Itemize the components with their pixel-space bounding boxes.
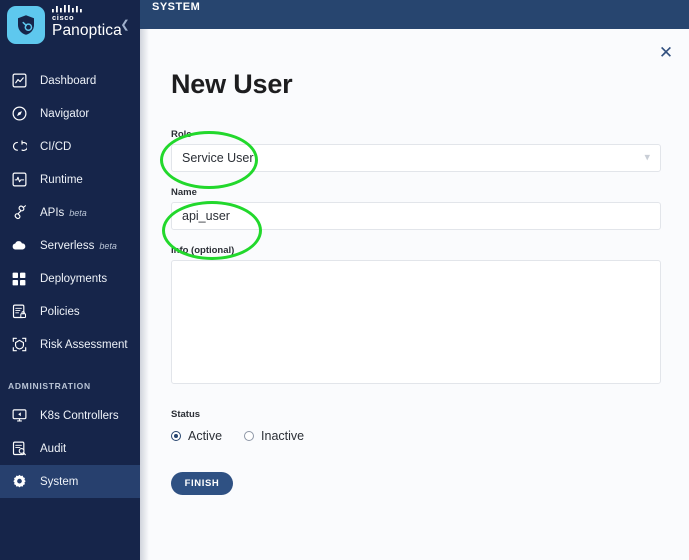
cicd-icon	[8, 136, 30, 158]
dashboard-icon	[8, 70, 30, 92]
sidebar-item-label: Risk Assessment	[40, 338, 128, 351]
sidebar-item-apis[interactable]: APIs beta	[0, 196, 140, 229]
status-field: Status Active Inactive	[171, 409, 661, 443]
audit-search-icon	[8, 438, 30, 460]
name-input[interactable]	[171, 202, 661, 230]
sidebar-item-label: Audit	[40, 442, 67, 455]
panel-edge-shadow	[140, 29, 149, 560]
status-option-label: Inactive	[261, 429, 305, 443]
role-selected-value: Service User	[182, 151, 254, 165]
radio-button-active[interactable]	[171, 431, 181, 441]
sidebar-item-label: Dashboard	[40, 74, 97, 87]
sidebar-item-runtime[interactable]: Runtime	[0, 163, 140, 196]
sidebar-item-label: Deployments	[40, 272, 108, 285]
sidebar-item-label: APIs	[40, 206, 65, 219]
sidebar-item-deployments[interactable]: Deployments	[0, 262, 140, 295]
sidebar-item-cicd[interactable]: CI/CD	[0, 130, 140, 163]
sidebar-item-label: Serverless	[40, 239, 95, 252]
runtime-monitor-icon	[8, 169, 30, 191]
status-option-label: Active	[188, 429, 223, 443]
chevron-down-icon: ▾	[644, 151, 650, 164]
cloud-icon	[8, 235, 30, 257]
sidebar-item-navigator[interactable]: Navigator	[0, 97, 140, 130]
gear-icon	[8, 471, 30, 493]
shield-logo-icon	[7, 6, 45, 44]
radio-button-inactive[interactable]	[244, 431, 255, 441]
policy-lock-icon	[8, 301, 30, 323]
beta-badge: beta	[99, 240, 117, 251]
role-select[interactable]: Service User ▾	[171, 144, 661, 172]
status-radio-group: Active Inactive	[171, 429, 661, 443]
sidebar-section-administration: ADMINISTRATION	[8, 381, 91, 391]
finish-button[interactable]: FINISH	[171, 472, 233, 495]
sidebar-item-k8s-controllers[interactable]: K8s Controllers	[0, 399, 140, 432]
sidebar-item-label: CI/CD	[40, 140, 72, 153]
sidebar-item-label: Runtime	[40, 173, 83, 186]
sidebar-item-risk-assessment[interactable]: Risk Assessment	[0, 328, 140, 361]
beta-badge: beta	[69, 207, 87, 218]
cisco-wordmark: cisco	[52, 13, 75, 22]
role-field: Role Service User ▾	[171, 129, 661, 172]
status-option-active[interactable]: Active	[171, 429, 222, 443]
brand-header: cisco Panoptica ❮	[0, 0, 140, 60]
cisco-bars-icon	[52, 5, 122, 13]
sidebar: cisco Panoptica ❮ Dashboard Navigator CI…	[0, 0, 140, 560]
k8s-monitor-icon	[8, 405, 30, 427]
info-field: Info (optional)	[171, 245, 661, 389]
new-user-form: Role Service User ▾ Name Info (optional)…	[171, 129, 661, 495]
sidebar-nav: Dashboard Navigator CI/CD Runtime APIs b…	[0, 64, 140, 498]
new-user-panel: ✕ New User Role Service User ▾ Name Info…	[140, 29, 689, 560]
breadcrumb: SYSTEM	[152, 1, 201, 13]
sidebar-item-label: K8s Controllers	[40, 409, 119, 422]
status-label: Status	[171, 409, 201, 420]
info-textarea[interactable]	[171, 260, 661, 384]
sidebar-item-system[interactable]: System	[0, 465, 140, 498]
sidebar-item-label: System	[40, 475, 79, 488]
top-band: SYSTEM	[140, 0, 689, 29]
sidebar-item-dashboard[interactable]: Dashboard	[0, 64, 140, 97]
close-icon[interactable]: ✕	[655, 42, 677, 64]
sidebar-item-audit[interactable]: Audit	[0, 432, 140, 465]
name-label: Name	[171, 187, 197, 198]
app-root: cisco Panoptica ❮ Dashboard Navigator CI…	[0, 0, 689, 560]
info-label: Info (optional)	[171, 245, 235, 256]
compass-icon	[8, 103, 30, 125]
chevron-left-icon[interactable]: ❮	[118, 18, 132, 32]
product-name: Panoptica	[52, 22, 122, 39]
api-plug-icon	[8, 202, 30, 224]
sidebar-item-policies[interactable]: Policies	[0, 295, 140, 328]
name-field: Name	[171, 187, 661, 230]
sidebar-item-label: Policies	[40, 305, 80, 318]
risk-scan-icon	[8, 334, 30, 356]
sidebar-item-label: Navigator	[40, 107, 90, 120]
brand-text: cisco Panoptica	[52, 5, 122, 40]
page-title: New User	[171, 69, 293, 99]
sidebar-item-serverless[interactable]: Serverless beta	[0, 229, 140, 262]
role-label: Role	[171, 129, 192, 140]
grid-squares-icon	[8, 268, 30, 290]
status-option-inactive[interactable]: Inactive	[244, 429, 304, 443]
